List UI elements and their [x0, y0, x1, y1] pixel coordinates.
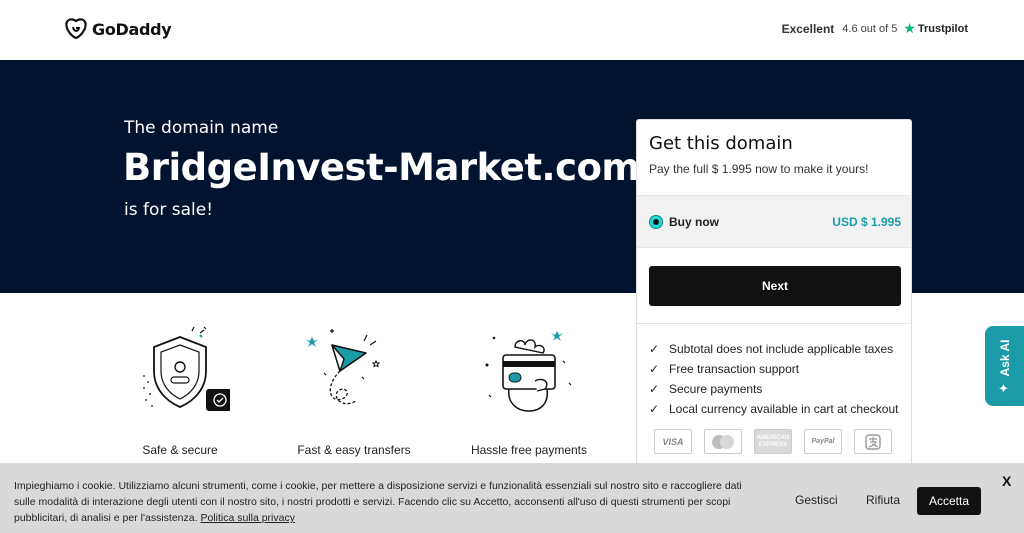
buy-now-radio[interactable] — [649, 215, 663, 229]
trustpilot-label: Trustpilot — [917, 22, 968, 35]
buy-now-option[interactable]: Buy now USD $ 1.995 — [637, 195, 911, 248]
cookie-banner: Impieghiamo i cookie. Utilizziamo alcuni… — [0, 463, 1024, 533]
godaddy-logo-icon — [65, 18, 87, 40]
rating-label: Excellent — [781, 21, 835, 36]
visa-icon: VISA — [654, 429, 692, 454]
purchase-card: Get this domain Pay the full $ 1.995 now… — [636, 119, 912, 469]
feature-text: Secure payments — [669, 382, 763, 396]
trustpilot-rating[interactable]: Excellent 4.6 out of 5 ★ Trustpilot — [782, 20, 968, 37]
list-item: ✓ Secure payments — [649, 379, 898, 399]
benefit-label: Safe & secure — [142, 443, 218, 457]
benefit-hassle-free-payments: Hassle free payments — [459, 325, 599, 457]
trustpilot-star-icon: ★ — [903, 20, 916, 36]
hero-intro: The domain name — [124, 118, 279, 138]
manage-button[interactable]: Gestisci — [795, 493, 838, 507]
buy-now-price: USD $ 1.995 — [832, 215, 901, 229]
buy-now-label: Buy now — [669, 215, 719, 229]
shield-icon — [143, 326, 230, 411]
card-subtitle: Pay the full $ 1.995 now to make it your… — [649, 162, 869, 176]
list-item: ✓ Subtotal does not include applicable ta… — [649, 339, 898, 359]
ask-ai-button[interactable]: Ask AI ✦ — [985, 326, 1024, 406]
feature-text: Free transaction support — [669, 362, 800, 376]
mastercard-icon — [704, 429, 742, 454]
alipay-icon — [854, 429, 892, 454]
credit-card-icon — [485, 331, 572, 412]
list-item: ✓ Free transaction support — [649, 359, 898, 379]
checkmark-icon: ✓ — [649, 362, 660, 376]
list-item: ✓ Local currency available in cart at che… — [649, 399, 898, 419]
accept-button[interactable]: Accetta — [917, 487, 981, 515]
feature-text: Subtotal does not include applicable tax… — [669, 342, 894, 356]
hero-for-sale: is for sale! — [124, 200, 214, 220]
logo-text: GoDaddy — [92, 19, 172, 39]
reject-button[interactable]: Rifiuta — [866, 493, 900, 507]
checkmark-icon: ✓ — [649, 402, 660, 416]
godaddy-logo[interactable]: GoDaddy — [64, 17, 172, 41]
cookie-message: Impieghiamo i cookie. Utilizziamo alcuni… — [14, 480, 742, 524]
close-icon[interactable]: X — [1002, 473, 1011, 489]
benefit-label: Fast & easy transfers — [297, 443, 411, 457]
card-divider — [637, 323, 911, 324]
ask-ai-label: Ask AI — [998, 339, 1012, 377]
rating-score: 4.6 out of 5 — [842, 22, 898, 35]
feature-text: Local currency available in cart at chec… — [669, 402, 899, 416]
cookie-text: Impieghiamo i cookie. Utilizziamo alcuni… — [14, 478, 764, 526]
benefit-safe-secure: Safe & secure — [110, 325, 250, 457]
next-button[interactable]: Next — [649, 266, 901, 306]
payment-methods: VISA AMERICAN EXPRESS PayPal — [654, 429, 892, 454]
paper-plane-icon — [306, 329, 381, 405]
benefit-fast-transfers: Fast & easy transfers — [284, 325, 424, 457]
privacy-policy-link[interactable]: Politica sulla privacy — [200, 512, 295, 524]
card-title: Get this domain — [649, 133, 793, 154]
paypal-icon: PayPal — [804, 429, 842, 454]
sparkle-icon: ✦ — [998, 381, 1009, 396]
domain-name: BridgeInvest-Market.com — [123, 146, 640, 189]
benefit-label: Hassle free payments — [470, 443, 588, 457]
top-bar: GoDaddy Excellent 4.6 out of 5 ★ Trustpi… — [0, 0, 1024, 60]
feature-list: ✓ Subtotal does not include applicable ta… — [649, 339, 898, 419]
checkmark-icon: ✓ — [649, 382, 660, 396]
amex-icon: AMERICAN EXPRESS — [754, 429, 792, 454]
checkmark-icon: ✓ — [649, 342, 660, 356]
